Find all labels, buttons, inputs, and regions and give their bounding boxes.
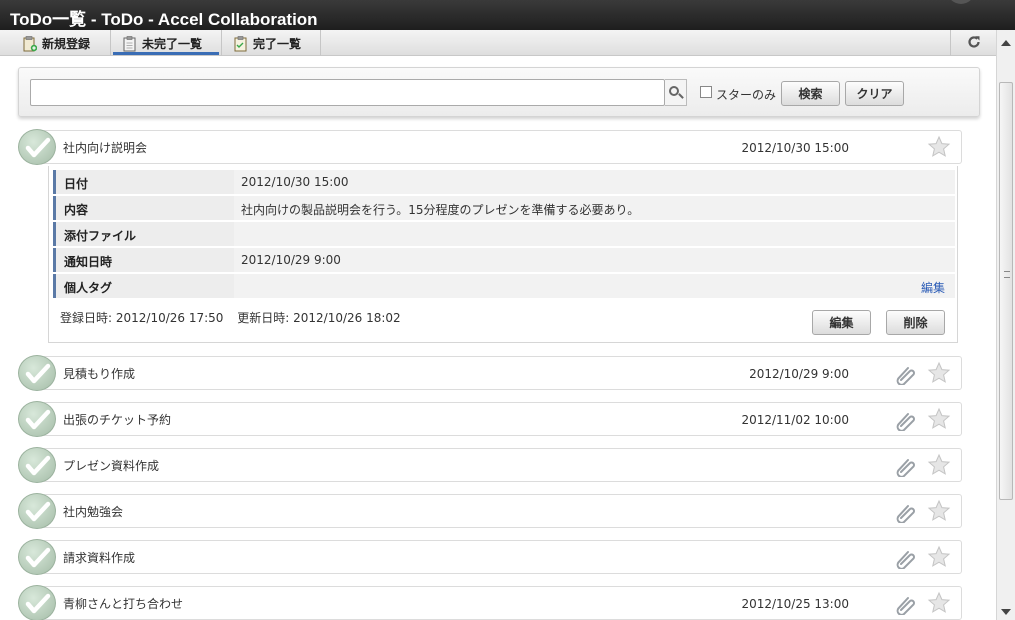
tab-complete[interactable]: 完了一覧 (222, 30, 321, 56)
clipboard-check-icon (234, 35, 247, 51)
complete-check-icon[interactable] (18, 493, 56, 529)
todo-row[interactable]: 青柳さんと打ち合わせ 2012/10/25 13:00 (18, 585, 962, 620)
todo-date: 2012/10/25 13:00 (741, 597, 849, 611)
todo-title[interactable]: 社内向け説明会 (63, 139, 147, 156)
reload-button[interactable] (950, 30, 996, 56)
complete-check-icon[interactable] (18, 129, 56, 165)
complete-check-icon[interactable] (18, 447, 56, 483)
grip-icon (1004, 271, 1010, 278)
created-at: 登録日時: 2012/10/26 17:50 (60, 311, 224, 325)
detail-value: 社内向けの製品説明会を行う。15分程度のプレゼンを準備する必要あり。 (241, 203, 640, 217)
todo-row[interactable]: 社内向け説明会 2012/10/30 15:00 (18, 129, 962, 165)
tab-incomplete[interactable]: 未完了一覧 (111, 30, 222, 56)
detail-row-attachment: 添付ファイル (53, 222, 955, 246)
complete-check-icon[interactable] (18, 355, 56, 391)
todo-title[interactable]: 見積もり作成 (63, 365, 135, 382)
window-titlebar: ToDo一覧 - ToDo - Accel Collaboration (0, 0, 1015, 30)
delete-button[interactable]: 削除 (886, 310, 945, 335)
star-icon[interactable] (927, 545, 951, 569)
paperclip-icon[interactable] (896, 501, 918, 524)
tab-complete-label: 完了一覧 (253, 36, 302, 51)
detail-row-content: 内容 社内向けの製品説明会を行う。15分程度のプレゼンを準備する必要あり。 (53, 196, 955, 220)
todo-row[interactable]: 見積もり作成 2012/10/29 9:00 (18, 355, 962, 391)
clear-button[interactable]: クリア (845, 81, 904, 106)
todo-row[interactable]: プレゼン資料作成 (18, 447, 962, 483)
todo-row[interactable]: 社内勉強会 (18, 493, 962, 529)
search-button[interactable]: 検索 (781, 81, 840, 106)
todo-row[interactable]: 請求資料作成 (18, 539, 962, 575)
todo-title[interactable]: 青柳さんと打ち合わせ (63, 595, 183, 612)
todo-title[interactable]: 社内勉強会 (63, 503, 123, 520)
tab-bar: 新規登録 未完了一覧 完了一覧 (0, 30, 996, 56)
scroll-down-arrow-icon[interactable] (1001, 609, 1011, 615)
clipboard-icon (123, 35, 136, 51)
todo-row-bar (42, 494, 962, 528)
todo-detail-panel: 日付 2012/10/30 15:00 内容 社内向けの製品説明会を行う。15分… (48, 166, 958, 343)
magnifier-handle (678, 93, 684, 99)
todo-date: 2012/11/02 10:00 (741, 413, 849, 427)
window-orb (947, 0, 975, 4)
detail-row-notify: 通知日時 2012/10/29 9:00 (53, 248, 955, 272)
paperclip-icon[interactable] (896, 547, 918, 570)
star-icon[interactable] (927, 361, 951, 385)
todo-row[interactable]: 出張のチケット予約 2012/11/02 10:00 (18, 401, 962, 437)
todo-title[interactable]: 出張のチケット予約 (63, 411, 171, 428)
reload-icon (967, 34, 981, 53)
updated-at: 更新日時: 2012/10/26 18:02 (237, 311, 401, 325)
star-only-checkbox[interactable] (700, 86, 712, 98)
scroll-up-arrow-icon[interactable] (1001, 40, 1011, 46)
complete-check-icon[interactable] (18, 585, 56, 620)
detail-label: 個人タグ (53, 274, 234, 298)
edit-button[interactable]: 編集 (812, 310, 871, 335)
todo-row-bar (42, 448, 962, 482)
star-icon[interactable] (927, 407, 951, 431)
detail-label: 添付ファイル (53, 222, 234, 246)
window-title: ToDo一覧 - ToDo - Accel Collaboration (10, 10, 318, 29)
todo-title[interactable]: プレゼン資料作成 (63, 457, 159, 474)
detail-row-tags: 個人タグ 編集 (53, 274, 955, 298)
paperclip-icon[interactable] (896, 455, 918, 478)
star-icon[interactable] (927, 135, 951, 159)
vertical-scrollbar[interactable] (996, 30, 1015, 620)
tab-new[interactable]: 新規登録 (0, 30, 111, 56)
detail-value: 2012/10/29 9:00 (241, 253, 341, 267)
detail-label: 通知日時 (53, 248, 234, 272)
tab-incomplete-label: 未完了一覧 (142, 36, 203, 51)
edit-tags-link[interactable]: 編集 (921, 279, 945, 296)
detail-label: 内容 (53, 196, 234, 220)
detail-row-date: 日付 2012/10/30 15:00 (53, 170, 955, 194)
detail-timestamps: 登録日時: 2012/10/26 17:50 更新日時: 2012/10/26 … (60, 309, 411, 326)
paperclip-icon[interactable] (896, 363, 918, 386)
todo-row-bar (42, 540, 962, 574)
search-panel: スターのみ 検索 クリア (18, 67, 980, 117)
scrollbar-thumb[interactable] (999, 82, 1013, 500)
todo-date: 2012/10/30 15:00 (741, 141, 849, 155)
detail-label: 日付 (53, 170, 234, 194)
search-icon[interactable] (665, 79, 687, 106)
todo-title[interactable]: 請求資料作成 (63, 549, 135, 566)
todo-date: 2012/10/29 9:00 (749, 367, 849, 381)
tab-new-label: 新規登録 (42, 36, 91, 51)
detail-value: 2012/10/30 15:00 (241, 175, 349, 189)
complete-check-icon[interactable] (18, 401, 56, 437)
paperclip-icon[interactable] (896, 593, 918, 616)
star-icon[interactable] (927, 591, 951, 615)
paperclip-icon[interactable] (896, 409, 918, 432)
complete-check-icon[interactable] (18, 539, 56, 575)
star-only-label: スターのみ (716, 88, 777, 102)
clipboard-add-icon (23, 35, 38, 51)
star-icon[interactable] (927, 453, 951, 477)
search-input[interactable] (30, 79, 665, 106)
star-icon[interactable] (927, 499, 951, 523)
